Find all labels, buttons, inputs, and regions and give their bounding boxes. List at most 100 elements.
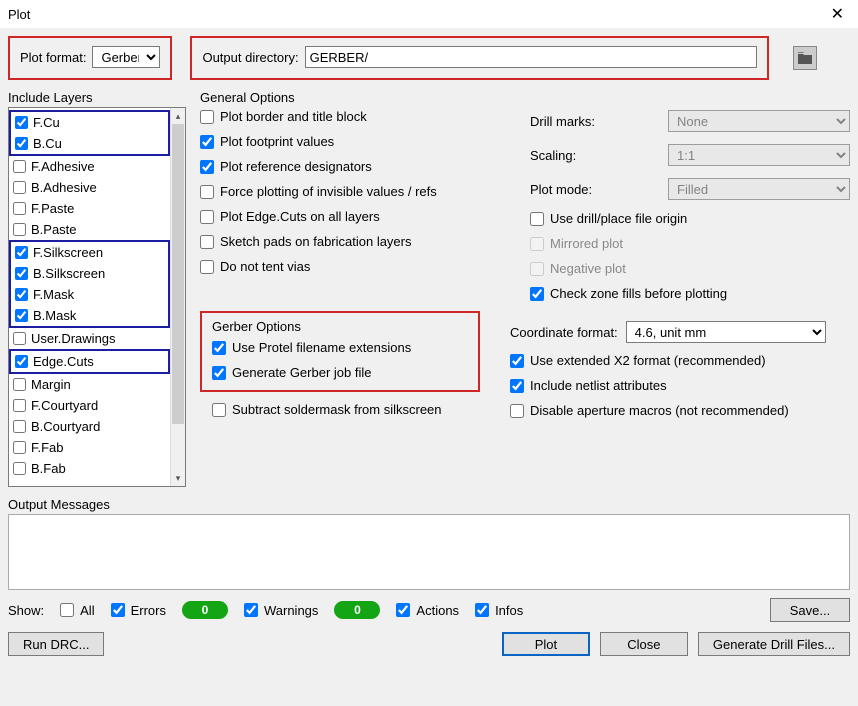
no-tent-vias-label: Do not tent vias bbox=[220, 259, 310, 274]
scrollbar[interactable]: ▴ ▾ bbox=[170, 108, 185, 486]
layer-checkbox[interactable] bbox=[13, 181, 26, 194]
layer-list: F.Cu B.CuF.AdhesiveB.AdhesiveF.PasteB.Pas… bbox=[8, 107, 186, 487]
layer-item[interactable]: F.Courtyard bbox=[11, 395, 170, 416]
layer-highlight-group: F.SilkscreenB.SilkscreenF.Mask B.Mask bbox=[9, 240, 170, 328]
layer-item[interactable]: Edge.Cuts bbox=[13, 351, 166, 372]
layer-checkbox[interactable] bbox=[13, 332, 26, 345]
close-icon[interactable]: ✕ bbox=[823, 2, 852, 26]
layer-item[interactable]: F.Paste bbox=[11, 198, 170, 219]
layer-checkbox[interactable] bbox=[15, 246, 28, 259]
layer-checkbox[interactable] bbox=[13, 441, 26, 454]
layer-item[interactable]: B.Fab bbox=[11, 458, 170, 479]
close-button[interactable]: Close bbox=[600, 632, 688, 656]
scroll-down-icon[interactable]: ▾ bbox=[171, 470, 185, 486]
plot-button[interactable]: Plot bbox=[502, 632, 590, 656]
layer-item[interactable]: F.Adhesive bbox=[11, 156, 170, 177]
layer-item[interactable]: B.Cu bbox=[13, 133, 166, 154]
layer-checkbox[interactable] bbox=[13, 399, 26, 412]
x2-format-checkbox[interactable] bbox=[510, 354, 524, 368]
layer-checkbox[interactable] bbox=[15, 137, 28, 150]
run-drc-button[interactable]: Run DRC... bbox=[8, 632, 104, 656]
layer-item[interactable]: F.Silkscreen bbox=[13, 242, 166, 263]
show-errors-label: Errors bbox=[131, 603, 166, 618]
layer-checkbox[interactable] bbox=[13, 223, 26, 236]
layer-checkbox[interactable] bbox=[13, 202, 26, 215]
show-infos-label: Infos bbox=[495, 603, 523, 618]
show-actions-checkbox[interactable] bbox=[396, 603, 410, 617]
plot-mode-select[interactable]: Filled bbox=[668, 178, 850, 200]
output-messages-title: Output Messages bbox=[8, 497, 850, 512]
drill-marks-select[interactable]: None bbox=[668, 110, 850, 132]
aperture-macro-checkbox[interactable] bbox=[510, 404, 524, 418]
output-directory-group: Output directory: bbox=[190, 36, 768, 80]
plot-footprint-checkbox[interactable] bbox=[200, 135, 214, 149]
layer-checkbox[interactable] bbox=[13, 462, 26, 475]
layer-item[interactable]: F.Fab bbox=[11, 437, 170, 458]
layer-item[interactable]: B.Adhesive bbox=[11, 177, 170, 198]
general-options-title: General Options bbox=[200, 90, 850, 105]
show-warnings-checkbox[interactable] bbox=[244, 603, 258, 617]
show-actions-label: Actions bbox=[416, 603, 459, 618]
errors-count-badge: 0 bbox=[182, 601, 228, 619]
subtract-mask-checkbox[interactable] bbox=[212, 403, 226, 417]
layer-item[interactable]: F.Mask bbox=[13, 284, 166, 305]
show-label: Show: bbox=[8, 603, 44, 618]
coord-format-select[interactable]: 4.6, unit mm bbox=[626, 321, 826, 343]
x2-format-label: Use extended X2 format (recommended) bbox=[530, 353, 766, 368]
titlebar: Plot ✕ bbox=[0, 0, 858, 28]
layer-item[interactable]: F.Cu bbox=[13, 112, 166, 133]
layer-checkbox[interactable] bbox=[15, 116, 28, 129]
layer-checkbox[interactable] bbox=[15, 288, 28, 301]
plot-format-select[interactable]: Gerber bbox=[92, 46, 160, 68]
plot-edgecuts-label: Plot Edge.Cuts on all layers bbox=[220, 209, 380, 224]
gerber-options-group: Gerber Options Use Protel filename exten… bbox=[200, 311, 480, 392]
aperture-macro-label: Disable aperture macros (not recommended… bbox=[530, 403, 789, 418]
show-errors-checkbox[interactable] bbox=[111, 603, 125, 617]
generate-drill-button[interactable]: Generate Drill Files... bbox=[698, 632, 850, 656]
layer-checkbox[interactable] bbox=[13, 420, 26, 433]
netlist-attr-label: Include netlist attributes bbox=[530, 378, 667, 393]
scroll-up-icon[interactable]: ▴ bbox=[171, 108, 185, 124]
layer-label: F.Cu bbox=[33, 115, 60, 130]
layer-checkbox[interactable] bbox=[15, 355, 28, 368]
output-directory-label: Output directory: bbox=[202, 50, 298, 65]
plot-border-label: Plot border and title block bbox=[220, 109, 367, 124]
gerber-options-title: Gerber Options bbox=[212, 319, 468, 334]
protel-ext-checkbox[interactable] bbox=[212, 341, 226, 355]
layer-item[interactable]: B.Silkscreen bbox=[13, 263, 166, 284]
layer-item[interactable]: B.Courtyard bbox=[11, 416, 170, 437]
scaling-select[interactable]: 1:1 bbox=[668, 144, 850, 166]
use-origin-label: Use drill/place file origin bbox=[550, 211, 687, 226]
gerber-job-checkbox[interactable] bbox=[212, 366, 226, 380]
output-directory-input[interactable] bbox=[305, 46, 757, 68]
use-origin-checkbox[interactable] bbox=[530, 212, 544, 226]
save-button[interactable]: Save... bbox=[770, 598, 850, 622]
protel-ext-label: Use Protel filename extensions bbox=[232, 340, 411, 355]
check-zone-checkbox[interactable] bbox=[530, 287, 544, 301]
plot-edgecuts-checkbox[interactable] bbox=[200, 210, 214, 224]
show-all-checkbox[interactable] bbox=[60, 603, 74, 617]
layer-checkbox[interactable] bbox=[13, 160, 26, 173]
scroll-thumb[interactable] bbox=[172, 124, 184, 424]
no-tent-vias-checkbox[interactable] bbox=[200, 260, 214, 274]
layer-item[interactable]: B.Mask bbox=[13, 305, 166, 326]
plot-format-group: Plot format: Gerber bbox=[8, 36, 172, 80]
plot-border-checkbox[interactable] bbox=[200, 110, 214, 124]
netlist-attr-checkbox[interactable] bbox=[510, 379, 524, 393]
layer-checkbox[interactable] bbox=[15, 309, 28, 322]
force-plot-label: Force plotting of invisible values / ref… bbox=[220, 184, 437, 199]
layer-item[interactable]: B.Paste bbox=[11, 219, 170, 240]
layer-checkbox[interactable] bbox=[15, 267, 28, 280]
folder-icon bbox=[798, 52, 812, 64]
force-plot-checkbox[interactable] bbox=[200, 185, 214, 199]
layer-item[interactable]: Margin bbox=[11, 374, 170, 395]
layer-checkbox[interactable] bbox=[13, 378, 26, 391]
layer-item[interactable]: User.Drawings bbox=[11, 328, 170, 349]
gerber-job-label: Generate Gerber job file bbox=[232, 365, 371, 380]
layer-label: B.Mask bbox=[33, 308, 76, 323]
plot-refdes-checkbox[interactable] bbox=[200, 160, 214, 174]
sketch-pads-checkbox[interactable] bbox=[200, 235, 214, 249]
show-infos-checkbox[interactable] bbox=[475, 603, 489, 617]
layer-label: F.Courtyard bbox=[31, 398, 98, 413]
browse-folder-button[interactable] bbox=[793, 46, 817, 70]
